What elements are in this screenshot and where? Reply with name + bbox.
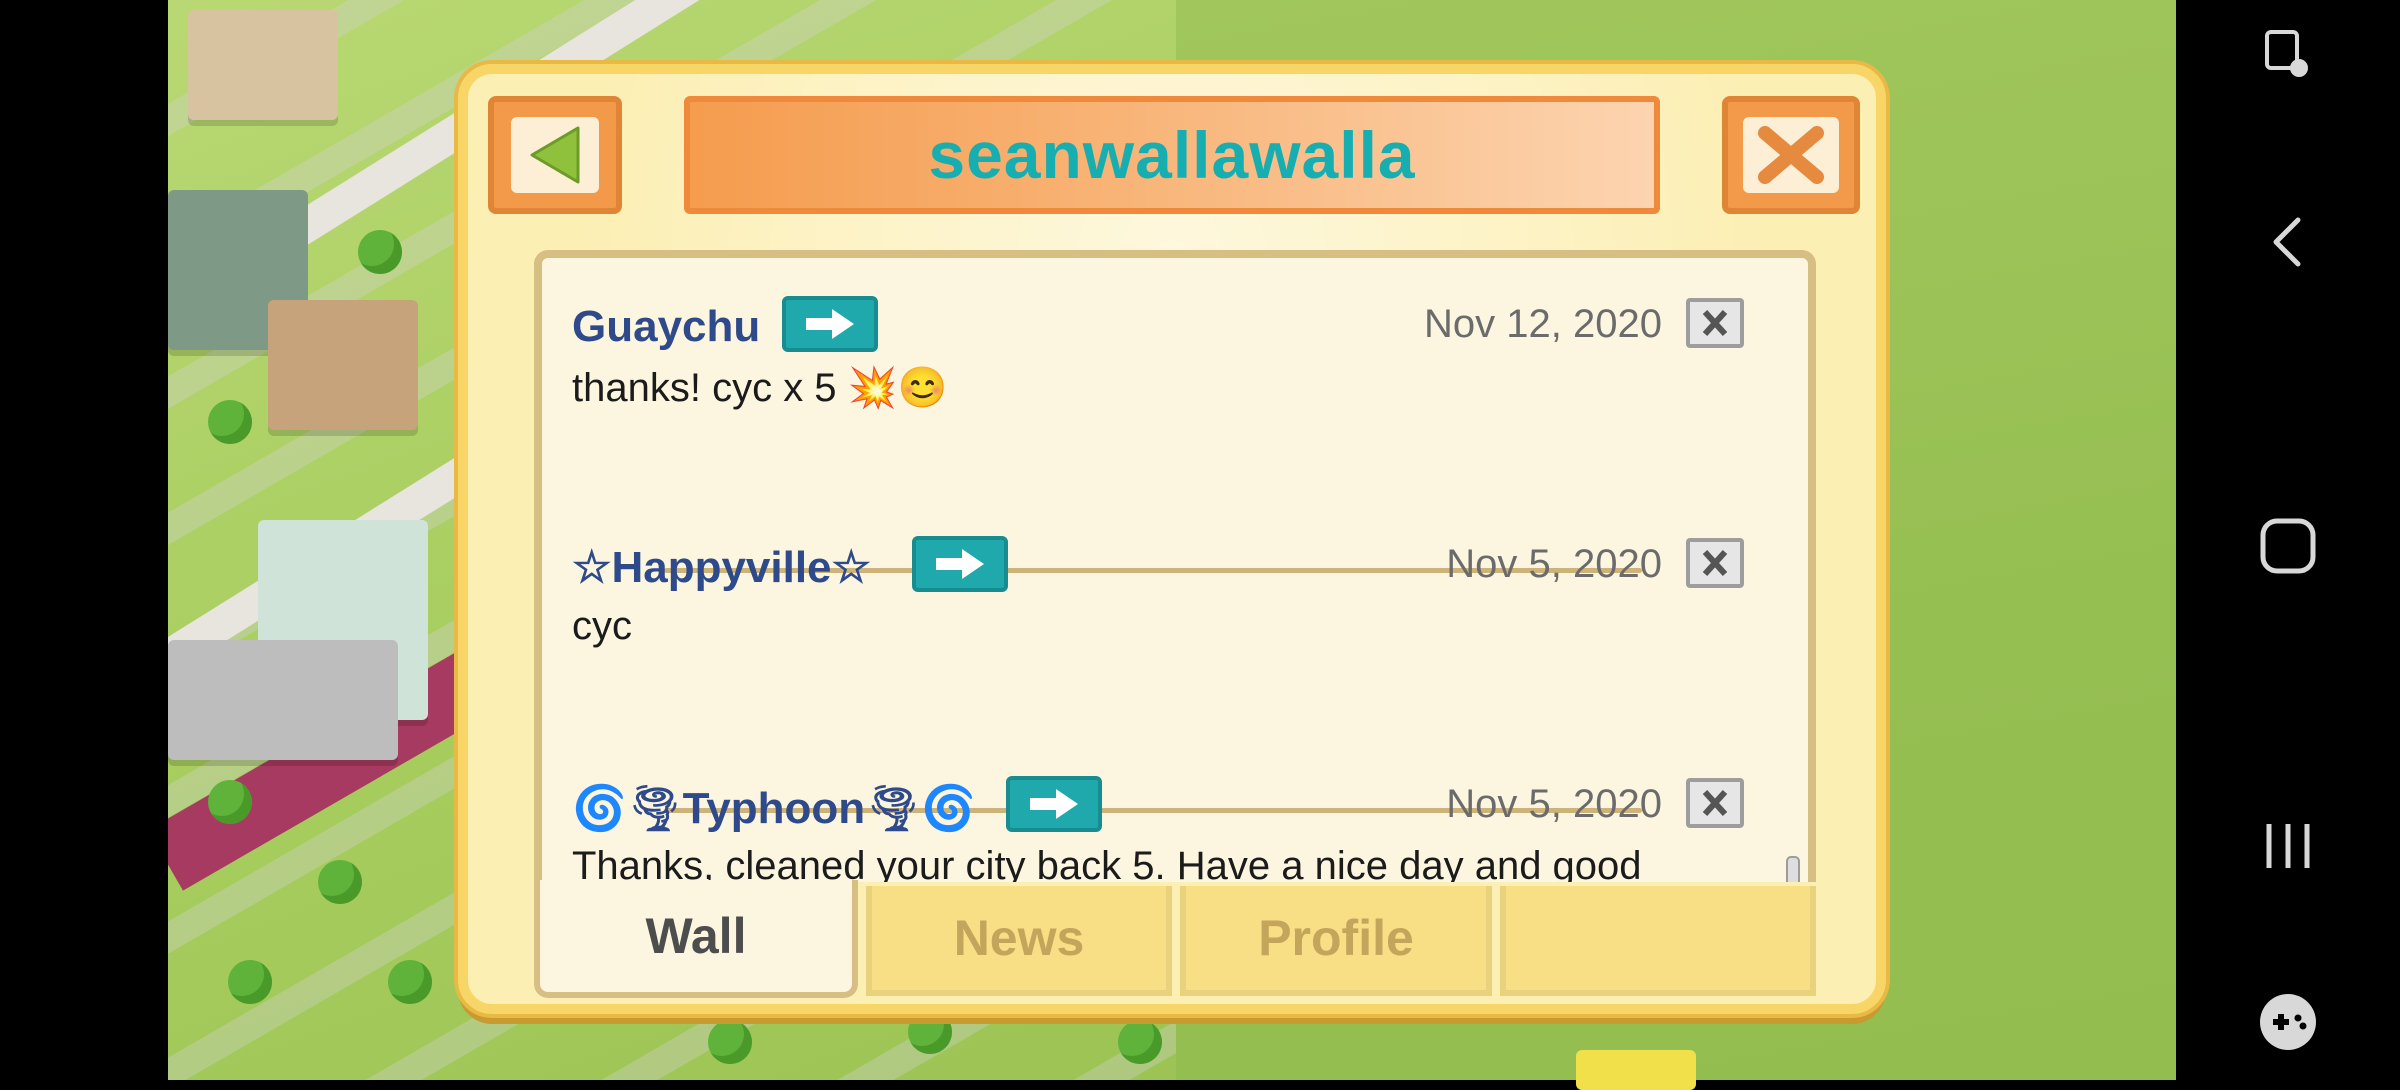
- back-button[interactable]: [488, 96, 622, 214]
- post-date: Nov 5, 2020: [1446, 542, 1662, 586]
- visit-city-button[interactable]: [782, 296, 878, 352]
- visit-city-button[interactable]: [1006, 776, 1102, 832]
- post-message: Thanks, cleaned your city back 5. Have a…: [572, 844, 1642, 882]
- delete-x-icon: [1702, 549, 1728, 577]
- close-button[interactable]: [1722, 96, 1860, 214]
- visit-city-button[interactable]: [912, 536, 1008, 592]
- city-tree: [208, 400, 252, 444]
- scrollbar-thumb[interactable]: [1786, 856, 1800, 882]
- recents-icon[interactable]: [2176, 818, 2400, 879]
- city-building: [168, 640, 398, 760]
- post-message: thanks! cyc x 5 💥😊: [572, 366, 948, 410]
- arrow-right-icon: [1030, 789, 1078, 819]
- city-tree: [228, 960, 272, 1004]
- city-tree: [908, 1010, 952, 1054]
- delete-post-button[interactable]: [1686, 538, 1744, 588]
- city-tree: [708, 1020, 752, 1064]
- city-tree: [318, 860, 362, 904]
- wall-post-list[interactable]: Guaychu Nov 12, 2020 thanks! cyc x 5 💥😊 …: [534, 250, 1816, 882]
- post-author[interactable]: 🌀🌪Typhoon🌪🌀: [572, 782, 976, 834]
- city-tree: [1118, 1020, 1162, 1064]
- post-message: cyc: [572, 604, 632, 648]
- city-vehicle: [1576, 1050, 1696, 1090]
- tab-news[interactable]: News: [866, 886, 1172, 996]
- delete-post-button[interactable]: [1686, 778, 1744, 828]
- tab-profile[interactable]: Profile: [1180, 886, 1492, 996]
- tab-wall[interactable]: Wall: [534, 880, 858, 998]
- arrow-right-icon: [936, 549, 984, 579]
- tab-empty: [1500, 886, 1816, 996]
- close-x-icon: [1758, 126, 1824, 184]
- player-wall-dialog: seanwallawalla Guaychu Nov 12, 2020 than…: [458, 64, 1886, 1014]
- post-date: Nov 5, 2020: [1446, 782, 1662, 826]
- back-arrow-icon: [530, 126, 580, 184]
- city-building: [188, 10, 338, 120]
- player-name-title: seanwallawalla: [928, 118, 1416, 192]
- home-icon[interactable]: [2176, 516, 2400, 581]
- city-building: [268, 300, 418, 430]
- system-navigation-bar: [2176, 0, 2400, 1080]
- delete-post-button[interactable]: [1686, 298, 1744, 348]
- city-tree: [358, 230, 402, 274]
- post-date: Nov 12, 2020: [1424, 302, 1662, 346]
- city-tree: [388, 960, 432, 1004]
- post-author[interactable]: Guaychu: [572, 302, 760, 352]
- post-author[interactable]: ☆Happyville☆: [572, 542, 871, 593]
- nav-back-icon[interactable]: [2176, 214, 2400, 275]
- city-tree: [208, 780, 252, 824]
- delete-x-icon: [1702, 309, 1728, 337]
- game-tools-icon[interactable]: [2176, 990, 2400, 1059]
- screen-assist-icon[interactable]: [2176, 28, 2400, 89]
- arrow-right-icon: [806, 309, 854, 339]
- dialog-title-bar: seanwallawalla: [684, 96, 1660, 214]
- delete-x-icon: [1702, 789, 1728, 817]
